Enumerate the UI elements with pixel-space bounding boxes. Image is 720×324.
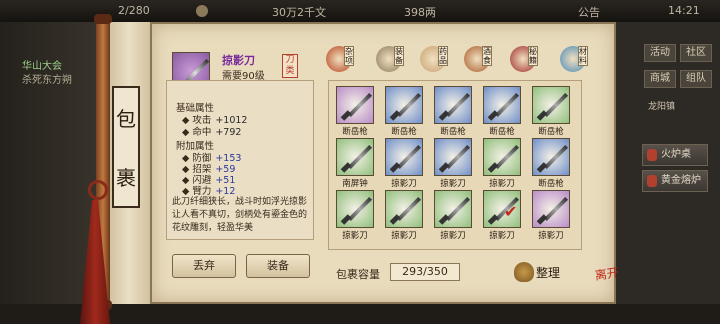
capacity-value: 293/350 (390, 263, 460, 281)
slot-label: 断岳枪 (538, 127, 564, 137)
category-tab[interactable]: 秘籍 (506, 46, 542, 74)
location-label: 龙阳镇 (648, 102, 676, 112)
sort-label: 整理 (536, 266, 561, 280)
stat-2: 30万2千文 (272, 6, 326, 19)
quest-title: 华山大会 (22, 61, 62, 72)
slot-label: 掠影刀 (489, 179, 515, 189)
slot-label: 南屏钟 (342, 179, 368, 189)
attr-row: ◆ 臂力 +12 (182, 186, 236, 197)
item-description: 此刀纤细狭长，战斗时如浮光掠影让人看不真切，剑柄处有鎏金色的花纹雕刻，轻盈华美 (172, 197, 308, 233)
quest-objective: 杀死东方朔 (22, 75, 72, 86)
close-seal-button[interactable]: 离开 (592, 265, 624, 298)
slot-label: 掠影刀 (440, 231, 466, 241)
slot-label: 断岳枪 (342, 127, 368, 137)
community-button[interactable]: 社区 (680, 44, 712, 62)
slot-label: 断岳枪 (538, 179, 564, 189)
bag-title: 包 裹 (112, 86, 140, 208)
attr-value: +792 (215, 127, 242, 138)
sort-button[interactable]: 整理 (514, 260, 570, 284)
category-label: 装备 (394, 46, 404, 66)
inventory-slot[interactable] (336, 138, 374, 176)
inventory-slot[interactable] (385, 86, 423, 124)
rod-cap-top (94, 14, 112, 24)
shop-button[interactable]: 商城 (644, 70, 676, 88)
furnace-icon (647, 175, 657, 187)
inventory-slot[interactable] (385, 138, 423, 176)
category-tab[interactable]: 材料 (556, 46, 592, 74)
category-label: 材料 (578, 46, 588, 66)
item-type-stamp: 刀类 (282, 54, 298, 78)
category-tab[interactable]: 杂项 (322, 46, 358, 74)
category-tab[interactable]: 药品 (416, 46, 452, 74)
inventory-slot[interactable] (434, 138, 472, 176)
inventory-slot[interactable] (385, 190, 423, 228)
bag-title-char-1: 包 (116, 107, 136, 131)
inventory-slot[interactable] (434, 86, 472, 124)
inventory-slot[interactable] (434, 190, 472, 228)
slot-label: 掠影刀 (391, 231, 417, 241)
slot-label: 掠影刀 (538, 231, 564, 241)
inventory-slot[interactable] (483, 138, 521, 176)
inventory-slot[interactable] (336, 86, 374, 124)
inventory-slot[interactable] (336, 190, 374, 228)
slot-label: 掠影刀 (391, 179, 417, 189)
capacity-label: 包裹容量 (336, 268, 380, 281)
category-label: 杂项 (344, 46, 354, 66)
clock: 14:21 (668, 4, 700, 17)
slot-label: 断岳枪 (489, 127, 515, 137)
notice-button[interactable]: 公告 (578, 4, 600, 20)
gold-stove-button[interactable]: 黄金熔炉 (642, 170, 708, 192)
fire-stove-label: 火炉桌 (661, 149, 691, 160)
inventory-slot[interactable] (532, 138, 570, 176)
item-name: 掠影刀 (222, 54, 255, 67)
money-bag-icon (514, 262, 534, 282)
category-label: 秘籍 (528, 46, 538, 66)
stat-3: 398两 (404, 6, 436, 19)
bag-title-char-2: 裹 (116, 166, 136, 190)
fire-stove-button[interactable]: 火炉桌 (642, 144, 708, 166)
inventory-slot[interactable] (532, 86, 570, 124)
add-icon[interactable] (196, 5, 208, 17)
category-tab[interactable]: 装备 (372, 46, 408, 74)
team-button[interactable]: 组队 (680, 70, 712, 88)
attr-row: ◆ 命中 +792 (182, 127, 242, 138)
slot-label: 断岳枪 (391, 127, 417, 137)
stove-icon (647, 149, 657, 161)
quest-tracker[interactable]: 华山大会 杀死东方朔 (22, 60, 72, 88)
equip-button[interactable]: 装备 (246, 254, 310, 278)
category-label: 酒食 (482, 46, 492, 66)
jade-knot (88, 180, 108, 200)
slot-label: 掠影刀 (489, 231, 515, 241)
inventory-slot[interactable] (532, 190, 570, 228)
discard-button[interactable]: 丢弃 (172, 254, 236, 278)
selected-check-icon: ✔ (504, 202, 518, 221)
category-label: 药品 (438, 46, 448, 66)
stat-1: 2/280 (118, 4, 150, 17)
attr-label: 命中 (192, 127, 212, 138)
category-tab[interactable]: 酒食 (460, 46, 496, 74)
inventory-slot[interactable] (483, 86, 521, 124)
slot-label: 掠影刀 (342, 231, 368, 241)
gold-stove-label: 黄金熔炉 (661, 175, 701, 186)
slot-label: 掠影刀 (440, 179, 466, 189)
slot-label: 断岳枪 (440, 127, 466, 137)
activity-button[interactable]: 活动 (644, 44, 676, 62)
